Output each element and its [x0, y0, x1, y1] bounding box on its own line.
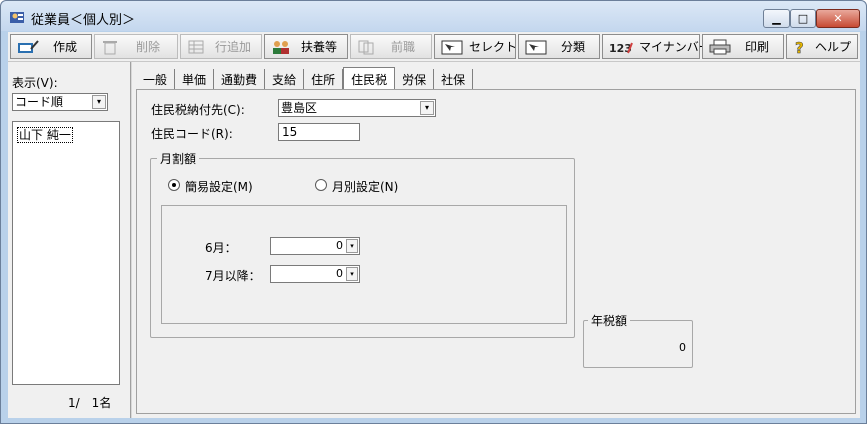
document-copy-icon	[358, 40, 374, 54]
employee-name: 山下 純一	[17, 127, 73, 143]
simple-setting-label: 簡易設定(M)	[185, 180, 253, 194]
resident-code-input[interactable]: 15	[278, 123, 360, 141]
display-label: 表示(V):	[12, 76, 58, 90]
panel-splitter[interactable]	[130, 62, 132, 418]
previous-job-button[interactable]: 前職	[350, 34, 432, 59]
add-row-button[interactable]: 行追加	[180, 34, 262, 59]
payee-value: 豊島区	[281, 101, 318, 115]
trash-icon	[103, 40, 117, 54]
payee-label: 住民税納付先(C):	[151, 103, 245, 117]
chevron-down-icon[interactable]: ▾	[420, 101, 434, 115]
sort-order-value: コード順	[15, 95, 64, 109]
select-icon	[441, 40, 463, 54]
employee-list[interactable]: 山下 純一	[12, 121, 120, 385]
create-label: 作成	[52, 40, 77, 54]
client-area: 作成 削除 行追加 扶養等 前職 セレクト 分類 123 マイナンバー 印刷 ?…	[8, 32, 860, 418]
maximize-button[interactable]: □	[790, 9, 816, 28]
classify-button[interactable]: 分類	[518, 34, 600, 59]
svg-text:?: ?	[795, 39, 804, 55]
tab-resident-tax[interactable]: 住民税	[343, 67, 396, 89]
select-label: セレクト	[469, 40, 518, 54]
tab-general[interactable]: 一般	[136, 69, 176, 89]
tab-address[interactable]: 住所	[304, 69, 344, 89]
list-item[interactable]: 山下 純一	[13, 122, 119, 143]
july-label: 7月以降：	[205, 269, 261, 283]
create-button[interactable]: 作成	[10, 34, 92, 59]
dependents-label: 扶養等	[300, 40, 337, 54]
toolbar: 作成 削除 行追加 扶養等 前職 セレクト 分類 123 マイナンバー 印刷 ?…	[8, 32, 860, 62]
delete-label: 削除	[135, 40, 160, 54]
left-panel: 表示(V): コード順 ▾ 山下 純一 1/ 1名	[8, 66, 130, 418]
minimize-icon: ▁	[772, 12, 781, 25]
chevron-down-icon[interactable]: ▾	[346, 239, 358, 253]
record-count: 1/ 1名	[68, 396, 112, 410]
close-icon: ✕	[833, 12, 843, 25]
tab-labor-insurance[interactable]: 労保	[395, 69, 435, 89]
question-icon: ?	[795, 39, 804, 55]
tab-bar: 一般 単価 通勤費 支給 住所 住民税 労保 社保	[136, 67, 474, 89]
chevron-down-icon[interactable]: ▾	[346, 267, 358, 281]
chevron-down-icon[interactable]: ▾	[92, 95, 106, 109]
monthly-amount-group: 月割額 簡易設定(M) 月別設定(N) 6月： 0 ▾ 7月以降： 0 ▾	[150, 150, 575, 338]
tab-commute[interactable]: 通勤費	[214, 69, 266, 89]
maximize-icon: □	[797, 12, 809, 25]
monthly-setting-radio[interactable]	[315, 179, 327, 191]
annual-tax-title: 年税額	[588, 312, 631, 329]
print-label: 印刷	[744, 40, 769, 54]
tab-social-insurance[interactable]: 社保	[434, 69, 474, 89]
help-button[interactable]: ? ヘルプ	[786, 34, 858, 59]
simple-setting-box: 6月： 0 ▾ 7月以降： 0 ▾	[161, 205, 567, 324]
help-label: ヘルプ	[815, 40, 852, 54]
july-amount-value: 0	[336, 267, 343, 280]
resident-tax-panel: 住民税納付先(C): 豊島区 ▾ 住民コード(R): 15 月割額 簡易設定(M…	[136, 89, 856, 414]
table-icon	[188, 40, 204, 53]
classify-label: 分類	[560, 40, 585, 54]
add-row-label: 行追加	[214, 40, 251, 54]
people-icon	[273, 40, 289, 54]
minimize-button[interactable]: ▁	[763, 9, 790, 28]
close-button[interactable]: ✕	[816, 9, 860, 28]
june-amount-input[interactable]: 0 ▾	[270, 237, 360, 255]
july-amount-input[interactable]: 0 ▾	[270, 265, 360, 283]
june-label: 6月：	[205, 241, 237, 255]
tab-unit-price[interactable]: 単価	[175, 69, 215, 89]
select-button[interactable]: セレクト	[434, 34, 517, 59]
app-icon	[10, 12, 24, 23]
sort-order-select[interactable]: コード順 ▾	[12, 93, 108, 111]
tab-payment[interactable]: 支給	[265, 69, 305, 89]
classify-icon	[525, 40, 547, 54]
title-bar[interactable]: 従業員＜個人別＞ ▁ □ ✕	[1, 1, 866, 31]
mynumber-icon: 123	[609, 42, 633, 55]
june-amount-value: 0	[336, 239, 343, 252]
simple-setting-radio[interactable]	[168, 179, 180, 191]
resident-code-label: 住民コード(R):	[151, 127, 233, 141]
resident-code-value: 15	[282, 125, 298, 139]
payee-select[interactable]: 豊島区 ▾	[278, 99, 436, 117]
notebook-pen-icon	[18, 39, 39, 53]
annual-tax-value: 0	[679, 341, 686, 354]
dependents-button[interactable]: 扶養等	[264, 34, 348, 59]
previous-job-label: 前職	[390, 40, 415, 54]
monthly-setting-label: 月別設定(N)	[332, 180, 399, 194]
annual-tax-group: 年税額 0	[583, 312, 693, 368]
print-button[interactable]: 印刷	[702, 34, 784, 59]
printer-icon	[709, 39, 731, 54]
main-window: 従業員＜個人別＞ ▁ □ ✕ 作成 削除 行追加 扶養等 前職 セレクト 分類 …	[0, 0, 867, 424]
window-title: 従業員＜個人別＞	[31, 13, 136, 28]
delete-button[interactable]: 削除	[94, 34, 178, 59]
mynumber-button[interactable]: 123 マイナンバー	[602, 34, 711, 59]
monthly-amount-title: 月割額	[157, 150, 200, 167]
